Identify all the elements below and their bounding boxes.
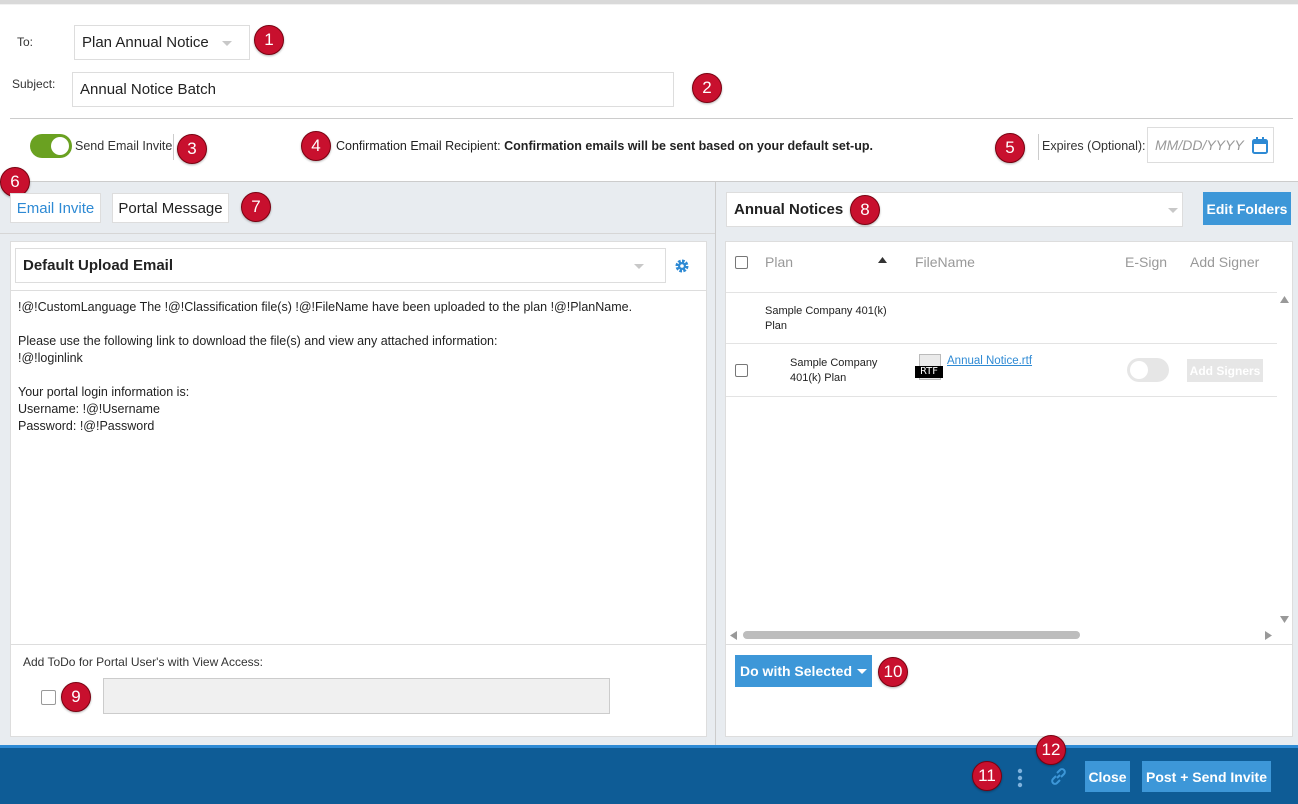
column-header-add-signer[interactable]: Add Signer xyxy=(1190,254,1259,270)
column-header-filename[interactable]: FileName xyxy=(915,254,975,270)
column-header-esign[interactable]: E-Sign xyxy=(1125,254,1167,270)
body-line xyxy=(18,367,698,384)
folder-dropdown-value: Annual Notices xyxy=(734,201,844,218)
top-border-shadow xyxy=(0,4,1298,5)
callout-badge-3: 3 xyxy=(177,134,207,164)
expires-placeholder: MM/DD/YYYY xyxy=(1155,137,1244,153)
callout-badge-11: 11 xyxy=(972,761,1002,791)
do-with-selected-button[interactable]: Do with Selected xyxy=(735,655,872,687)
callout-badge-2: 2 xyxy=(692,73,722,103)
chevron-down-icon xyxy=(222,41,232,46)
subject-label: Subject: xyxy=(12,77,56,91)
sort-ascending-icon[interactable] xyxy=(878,257,887,263)
calendar-icon[interactable] xyxy=(1252,137,1268,154)
column-header-plan[interactable]: Plan xyxy=(765,254,793,270)
tab-email-invite[interactable]: Email Invite xyxy=(10,193,101,223)
scroll-down-arrow-icon[interactable] xyxy=(1280,616,1289,623)
email-template-dropdown[interactable]: Default Upload Email xyxy=(15,248,666,283)
chevron-down-icon xyxy=(634,264,644,269)
expires-date-input[interactable]: MM/DD/YYYY xyxy=(1147,127,1274,163)
do-with-selected-label: Do with Selected xyxy=(740,663,853,679)
row-checkbox[interactable] xyxy=(735,364,748,377)
callout-badge-1: 1 xyxy=(254,25,284,55)
post-send-invite-button[interactable]: Post + Send Invite xyxy=(1142,761,1271,792)
scroll-left-arrow-icon[interactable] xyxy=(730,631,737,640)
add-signers-button[interactable]: Add Signers xyxy=(1187,359,1263,382)
edit-folders-button[interactable]: Edit Folders xyxy=(1203,192,1291,225)
toggle-knob xyxy=(1130,361,1148,379)
tab-portal-message[interactable]: Portal Message xyxy=(112,193,229,223)
separator xyxy=(173,134,174,160)
body-line: !@!loginlink xyxy=(18,351,83,365)
gear-icon[interactable] xyxy=(674,258,690,274)
horizontal-scrollbar-thumb[interactable] xyxy=(743,631,1080,639)
row-plan: Sample Company 401(k) Plan xyxy=(790,357,878,384)
send-email-invite-toggle[interactable] xyxy=(30,134,72,158)
email-body-text[interactable]: !@!CustomLanguage The !@!Classification … xyxy=(18,299,698,435)
divider xyxy=(726,396,1277,397)
expires-label: Expires (Optional): xyxy=(1042,139,1146,153)
group-label: Sample Company 401(k) Plan xyxy=(765,305,887,332)
chevron-down-icon xyxy=(857,669,867,674)
separator xyxy=(1038,134,1039,160)
divider xyxy=(726,292,1277,293)
callout-badge-4: 4 xyxy=(301,131,331,161)
confirmation-value: Confirmation emails will be sent based o… xyxy=(504,139,873,153)
body-line: Your portal login information is: xyxy=(18,385,190,399)
callout-badge-9: 9 xyxy=(61,682,91,712)
divider xyxy=(0,233,715,234)
scroll-up-arrow-icon[interactable] xyxy=(1280,296,1289,303)
email-template-value: Default Upload Email xyxy=(23,257,174,274)
todo-input[interactable] xyxy=(103,678,610,714)
subject-input-value: Annual Notice Batch xyxy=(80,81,216,98)
divider xyxy=(10,118,1293,119)
toggle-knob xyxy=(51,137,69,155)
todo-checkbox[interactable] xyxy=(41,690,56,705)
divider xyxy=(726,644,1293,645)
panel-divider xyxy=(715,182,716,745)
divider xyxy=(11,290,706,291)
callout-badge-8: 8 xyxy=(850,195,880,225)
to-dropdown[interactable]: Plan Annual Notice xyxy=(74,25,250,60)
to-label: To: xyxy=(17,35,34,49)
send-email-invite-label: Send Email Invite xyxy=(75,139,173,153)
confirmation-recipient: Confirmation Email Recipient: Confirmati… xyxy=(336,139,873,153)
scroll-right-arrow-icon[interactable] xyxy=(1265,631,1272,640)
file-link[interactable]: Annual Notice.rtf xyxy=(947,355,1032,367)
callout-badge-12: 12 xyxy=(1036,735,1066,765)
body-line: Username: !@!Username xyxy=(18,402,160,416)
chevron-down-icon xyxy=(1168,208,1178,213)
body-line: !@!CustomLanguage The !@!Classification … xyxy=(18,300,633,314)
folder-dropdown[interactable]: Annual Notices xyxy=(726,192,1183,227)
body-line xyxy=(18,316,698,333)
callout-badge-5: 5 xyxy=(995,133,1025,163)
divider xyxy=(726,343,1277,344)
body-line: Password: !@!Password xyxy=(18,419,155,433)
rtf-file-icon: RTF xyxy=(915,354,943,382)
callout-badge-10: 10 xyxy=(878,657,908,687)
esign-toggle[interactable] xyxy=(1127,358,1169,382)
callout-badge-7: 7 xyxy=(241,192,271,222)
subject-input[interactable]: Annual Notice Batch xyxy=(72,72,674,107)
select-all-checkbox[interactable] xyxy=(735,256,748,269)
link-icon[interactable] xyxy=(1049,767,1068,786)
divider xyxy=(11,644,706,645)
file-type-label: RTF xyxy=(915,366,943,378)
to-dropdown-value: Plan Annual Notice xyxy=(82,34,209,51)
close-button[interactable]: Close xyxy=(1085,761,1130,792)
todo-label: Add ToDo for Portal User's with View Acc… xyxy=(23,655,263,669)
body-line: Please use the following link to downloa… xyxy=(18,334,498,348)
more-options-icon[interactable] xyxy=(1017,768,1023,788)
confirmation-label: Confirmation Email Recipient: xyxy=(336,139,501,153)
